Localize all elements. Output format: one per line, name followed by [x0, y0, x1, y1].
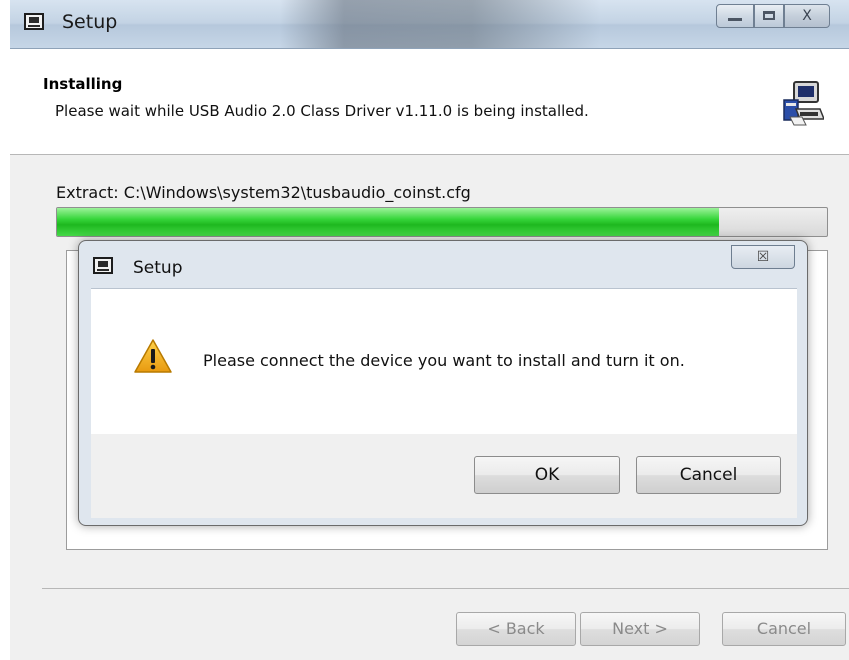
header-title: Installing [43, 75, 123, 93]
close-button[interactable]: X [784, 4, 830, 28]
header-subtitle: Please wait while USB Audio 2.0 Class Dr… [55, 102, 589, 120]
footer-divider [42, 588, 849, 589]
ok-button[interactable]: OK [474, 456, 620, 494]
dialog-message: Please connect the device you want to in… [203, 351, 685, 370]
minimize-button[interactable] [716, 4, 754, 28]
warning-icon [134, 339, 172, 373]
header-panel: Installing Please wait while USB Audio 2… [10, 49, 849, 155]
setup-dialog: Setup ☒ Please connect the device you wa… [78, 240, 808, 526]
computer-setup-icon [783, 81, 824, 126]
dialog-title: Setup [133, 258, 183, 278]
close-icon: X [802, 8, 812, 24]
back-button[interactable]: < Back [456, 612, 576, 646]
progress-fill [57, 208, 720, 236]
setup-app-icon [93, 257, 113, 274]
extract-status: Extract: C:\Windows\system32\tusbaudio_c… [56, 183, 471, 202]
cancel-button[interactable]: Cancel [722, 612, 846, 646]
dialog-close-button[interactable]: ☒ [731, 245, 795, 269]
progress-bar [56, 207, 828, 237]
dialog-cancel-button[interactable]: Cancel [636, 456, 781, 494]
caption-buttons: X [700, 4, 840, 30]
minimize-icon [728, 18, 742, 21]
next-button[interactable]: Next > [580, 612, 700, 646]
window-title: Setup [62, 11, 118, 33]
maximize-icon [763, 11, 775, 20]
setup-app-icon [24, 13, 44, 30]
title-bar: Setup X [10, 0, 849, 49]
title-bar-background [280, 0, 600, 48]
maximize-button[interactable] [754, 4, 784, 28]
close-icon: ☒ [756, 249, 770, 265]
